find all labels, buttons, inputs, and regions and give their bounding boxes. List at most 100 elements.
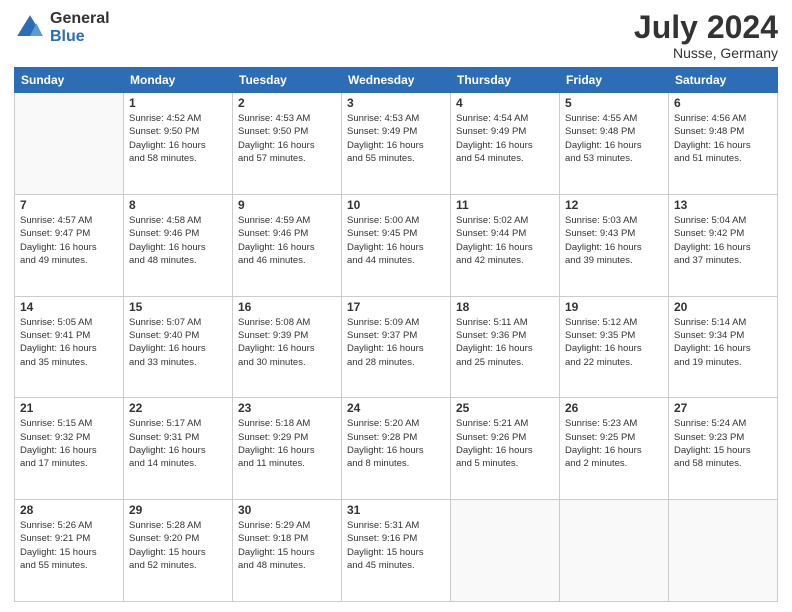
location: Nusse, Germany bbox=[634, 45, 778, 61]
day-info: Sunrise: 4:53 AM Sunset: 9:50 PM Dayligh… bbox=[238, 112, 336, 165]
day-info: Sunrise: 5:17 AM Sunset: 9:31 PM Dayligh… bbox=[129, 417, 227, 470]
day-number: 14 bbox=[20, 300, 118, 314]
calendar-cell: 15Sunrise: 5:07 AM Sunset: 9:40 PM Dayli… bbox=[124, 296, 233, 398]
calendar-cell: 21Sunrise: 5:15 AM Sunset: 9:32 PM Dayli… bbox=[15, 398, 124, 500]
col-thursday: Thursday bbox=[451, 68, 560, 93]
calendar-table: Sunday Monday Tuesday Wednesday Thursday… bbox=[14, 67, 778, 602]
day-number: 17 bbox=[347, 300, 445, 314]
calendar-cell: 12 Sunrise: 5:03 AM Sunset: 9:43 PM Dayli… bbox=[560, 194, 669, 296]
day-number: 2 bbox=[238, 96, 336, 110]
calendar-cell: 22 Sunrise: 5:17 AM Sunset: 9:31 PM Dayli… bbox=[124, 398, 233, 500]
day-number: 11 bbox=[456, 198, 554, 212]
calendar-cell: 23Sunrise: 5:18 AM Sunset: 9:29 PM Dayli… bbox=[233, 398, 342, 500]
day-number: 19 bbox=[565, 300, 663, 314]
day-info: Sunrise: 5:00 AM Sunset: 9:45 PM Dayligh… bbox=[347, 214, 445, 267]
calendar-cell: 4Sunrise: 4:54 AM Sunset: 9:49 PM Daylig… bbox=[451, 93, 560, 195]
day-number: 13 bbox=[674, 198, 772, 212]
day-info: Sunrise: 5:14 AM Sunset: 9:34 PM Dayligh… bbox=[674, 316, 772, 369]
day-number: 27 bbox=[674, 401, 772, 415]
calendar-cell: 24 Sunrise: 5:20 AM Sunset: 9:28 PM Dayli… bbox=[342, 398, 451, 500]
calendar-cell bbox=[15, 93, 124, 195]
day-number: 6 bbox=[674, 96, 772, 110]
day-number: 15 bbox=[129, 300, 227, 314]
day-number: 21 bbox=[20, 401, 118, 415]
day-number: 5 bbox=[565, 96, 663, 110]
calendar-cell: 29 Sunrise: 5:28 AM Sunset: 9:20 PM Dayli… bbox=[124, 500, 233, 602]
day-number: 18 bbox=[456, 300, 554, 314]
calendar-cell: 26Sunrise: 5:23 AM Sunset: 9:25 PM Dayli… bbox=[560, 398, 669, 500]
header: General Blue July 2024 Nusse, Germany bbox=[14, 10, 778, 61]
calendar-page: General Blue July 2024 Nusse, Germany Su… bbox=[0, 0, 792, 612]
day-number: 3 bbox=[347, 96, 445, 110]
day-info: Sunrise: 5:18 AM Sunset: 9:29 PM Dayligh… bbox=[238, 417, 336, 470]
day-info: Sunrise: 5:09 AM Sunset: 9:37 PM Dayligh… bbox=[347, 316, 445, 369]
calendar-cell: 31 Sunrise: 5:31 AM Sunset: 9:16 PM Dayli… bbox=[342, 500, 451, 602]
calendar-week-3: 14 Sunrise: 5:05 AM Sunset: 9:41 PM Dayli… bbox=[15, 296, 778, 398]
calendar-cell: 18 Sunrise: 5:11 AM Sunset: 9:36 PM Dayli… bbox=[451, 296, 560, 398]
day-number: 29 bbox=[129, 503, 227, 517]
day-number: 28 bbox=[20, 503, 118, 517]
calendar-cell: 25Sunrise: 5:21 AM Sunset: 9:26 PM Dayli… bbox=[451, 398, 560, 500]
day-number: 24 bbox=[347, 401, 445, 415]
calendar-week-2: 7 Sunrise: 4:57 AM Sunset: 9:47 PM Daylig… bbox=[15, 194, 778, 296]
calendar-cell: 6Sunrise: 4:56 AM Sunset: 9:48 PM Daylig… bbox=[669, 93, 778, 195]
calendar-cell: 3 Sunrise: 4:53 AM Sunset: 9:49 PM Daylig… bbox=[342, 93, 451, 195]
day-number: 22 bbox=[129, 401, 227, 415]
calendar-week-1: 1Sunrise: 4:52 AM Sunset: 9:50 PM Daylig… bbox=[15, 93, 778, 195]
day-number: 12 bbox=[565, 198, 663, 212]
day-number: 30 bbox=[238, 503, 336, 517]
calendar-cell: 2 Sunrise: 4:53 AM Sunset: 9:50 PM Daylig… bbox=[233, 93, 342, 195]
calendar-cell: 11Sunrise: 5:02 AM Sunset: 9:44 PM Dayli… bbox=[451, 194, 560, 296]
calendar-cell bbox=[669, 500, 778, 602]
day-info: Sunrise: 5:29 AM Sunset: 9:18 PM Dayligh… bbox=[238, 519, 336, 572]
day-info: Sunrise: 5:24 AM Sunset: 9:23 PM Dayligh… bbox=[674, 417, 772, 470]
calendar-cell: 17 Sunrise: 5:09 AM Sunset: 9:37 PM Dayli… bbox=[342, 296, 451, 398]
day-info: Sunrise: 5:28 AM Sunset: 9:20 PM Dayligh… bbox=[129, 519, 227, 572]
calendar-cell: 8 Sunrise: 4:58 AM Sunset: 9:46 PM Daylig… bbox=[124, 194, 233, 296]
calendar-cell: 16 Sunrise: 5:08 AM Sunset: 9:39 PM Dayli… bbox=[233, 296, 342, 398]
calendar-cell: 20Sunrise: 5:14 AM Sunset: 9:34 PM Dayli… bbox=[669, 296, 778, 398]
calendar-cell bbox=[560, 500, 669, 602]
col-saturday: Saturday bbox=[669, 68, 778, 93]
calendar-cell: 7 Sunrise: 4:57 AM Sunset: 9:47 PM Daylig… bbox=[15, 194, 124, 296]
day-info: Sunrise: 4:59 AM Sunset: 9:46 PM Dayligh… bbox=[238, 214, 336, 267]
day-info: Sunrise: 4:58 AM Sunset: 9:46 PM Dayligh… bbox=[129, 214, 227, 267]
day-number: 7 bbox=[20, 198, 118, 212]
day-info: Sunrise: 5:23 AM Sunset: 9:25 PM Dayligh… bbox=[565, 417, 663, 470]
col-monday: Monday bbox=[124, 68, 233, 93]
calendar-cell: 13 Sunrise: 5:04 AM Sunset: 9:42 PM Dayli… bbox=[669, 194, 778, 296]
day-number: 9 bbox=[238, 198, 336, 212]
title-block: July 2024 Nusse, Germany bbox=[634, 10, 778, 61]
day-info: Sunrise: 5:04 AM Sunset: 9:42 PM Dayligh… bbox=[674, 214, 772, 267]
col-friday: Friday bbox=[560, 68, 669, 93]
day-number: 8 bbox=[129, 198, 227, 212]
day-info: Sunrise: 4:54 AM Sunset: 9:49 PM Dayligh… bbox=[456, 112, 554, 165]
day-number: 16 bbox=[238, 300, 336, 314]
calendar-cell: 14 Sunrise: 5:05 AM Sunset: 9:41 PM Dayli… bbox=[15, 296, 124, 398]
day-info: Sunrise: 5:03 AM Sunset: 9:43 PM Dayligh… bbox=[565, 214, 663, 267]
col-sunday: Sunday bbox=[15, 68, 124, 93]
day-info: Sunrise: 4:57 AM Sunset: 9:47 PM Dayligh… bbox=[20, 214, 118, 267]
calendar-cell: 1Sunrise: 4:52 AM Sunset: 9:50 PM Daylig… bbox=[124, 93, 233, 195]
month-title: July 2024 bbox=[634, 10, 778, 45]
day-info: Sunrise: 4:53 AM Sunset: 9:49 PM Dayligh… bbox=[347, 112, 445, 165]
day-number: 25 bbox=[456, 401, 554, 415]
day-info: Sunrise: 5:31 AM Sunset: 9:16 PM Dayligh… bbox=[347, 519, 445, 572]
day-info: Sunrise: 4:52 AM Sunset: 9:50 PM Dayligh… bbox=[129, 112, 227, 165]
calendar-cell: 5Sunrise: 4:55 AM Sunset: 9:48 PM Daylig… bbox=[560, 93, 669, 195]
calendar-cell: 9 Sunrise: 4:59 AM Sunset: 9:46 PM Daylig… bbox=[233, 194, 342, 296]
logo: General Blue bbox=[14, 10, 110, 45]
day-number: 10 bbox=[347, 198, 445, 212]
logo-text: General Blue bbox=[50, 10, 110, 45]
calendar-week-5: 28Sunrise: 5:26 AM Sunset: 9:21 PM Dayli… bbox=[15, 500, 778, 602]
calendar-cell bbox=[451, 500, 560, 602]
day-info: Sunrise: 5:08 AM Sunset: 9:39 PM Dayligh… bbox=[238, 316, 336, 369]
day-info: Sunrise: 5:12 AM Sunset: 9:35 PM Dayligh… bbox=[565, 316, 663, 369]
logo-blue-text: Blue bbox=[50, 28, 110, 46]
calendar-week-4: 21Sunrise: 5:15 AM Sunset: 9:32 PM Dayli… bbox=[15, 398, 778, 500]
calendar-cell: 30 Sunrise: 5:29 AM Sunset: 9:18 PM Dayli… bbox=[233, 500, 342, 602]
day-info: Sunrise: 5:05 AM Sunset: 9:41 PM Dayligh… bbox=[20, 316, 118, 369]
day-number: 31 bbox=[347, 503, 445, 517]
day-info: Sunrise: 5:11 AM Sunset: 9:36 PM Dayligh… bbox=[456, 316, 554, 369]
day-info: Sunrise: 5:20 AM Sunset: 9:28 PM Dayligh… bbox=[347, 417, 445, 470]
